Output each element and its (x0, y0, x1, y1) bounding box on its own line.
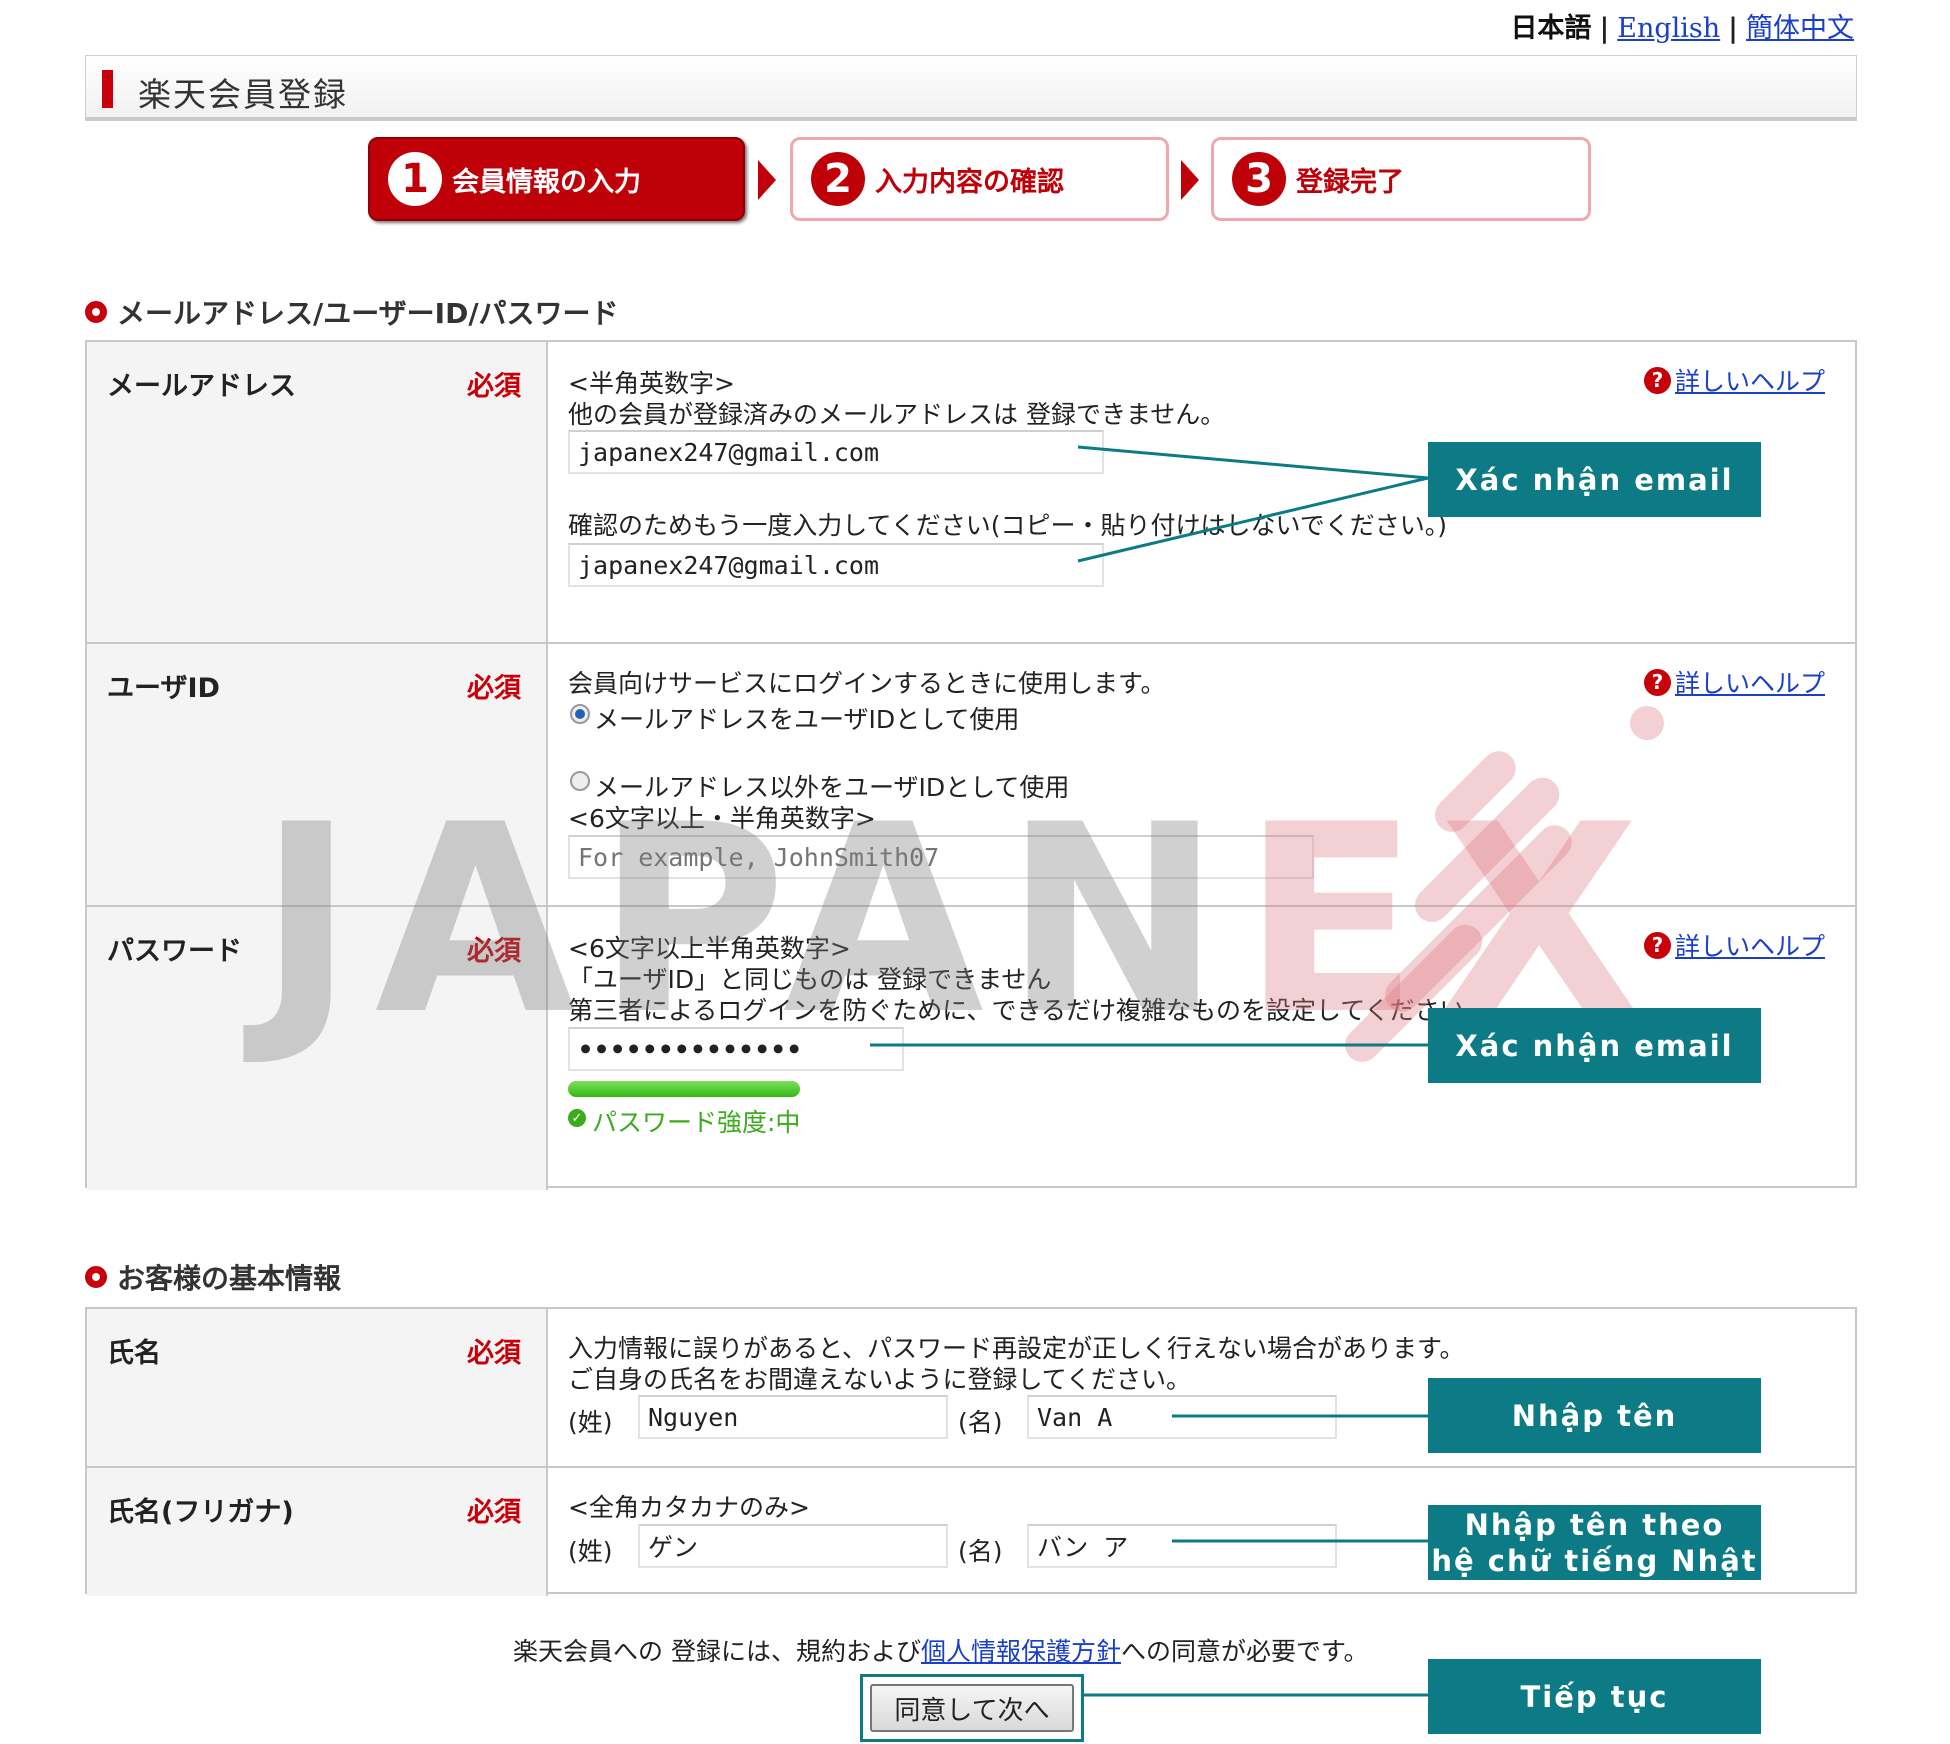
callout-text: Nhập tên (1511, 1398, 1678, 1433)
callout-name: Nhập tên (1428, 1378, 1761, 1453)
callout-text-line1: Nhập tên theo (1464, 1507, 1725, 1542)
callout-password: Xác nhận email (1428, 1008, 1761, 1083)
callout-next: Tiếp tục (1428, 1659, 1761, 1734)
callout-text: Xác nhận email (1455, 462, 1734, 497)
callout-email-confirm: Xác nhận email (1428, 442, 1761, 517)
callout-kana: Nhập tên theo hệ chữ tiếng Nhật (1428, 1505, 1761, 1580)
callout-connector-lines (870, 445, 1429, 1697)
callout-text-line2: hệ chữ tiếng Nhật (1431, 1543, 1758, 1578)
callout-text: Xác nhận email (1455, 1028, 1734, 1063)
callout-line-email (1077, 445, 1429, 480)
callout-text: Tiếp tục (1520, 1679, 1669, 1714)
callout-line-email-confirm (1077, 476, 1429, 563)
